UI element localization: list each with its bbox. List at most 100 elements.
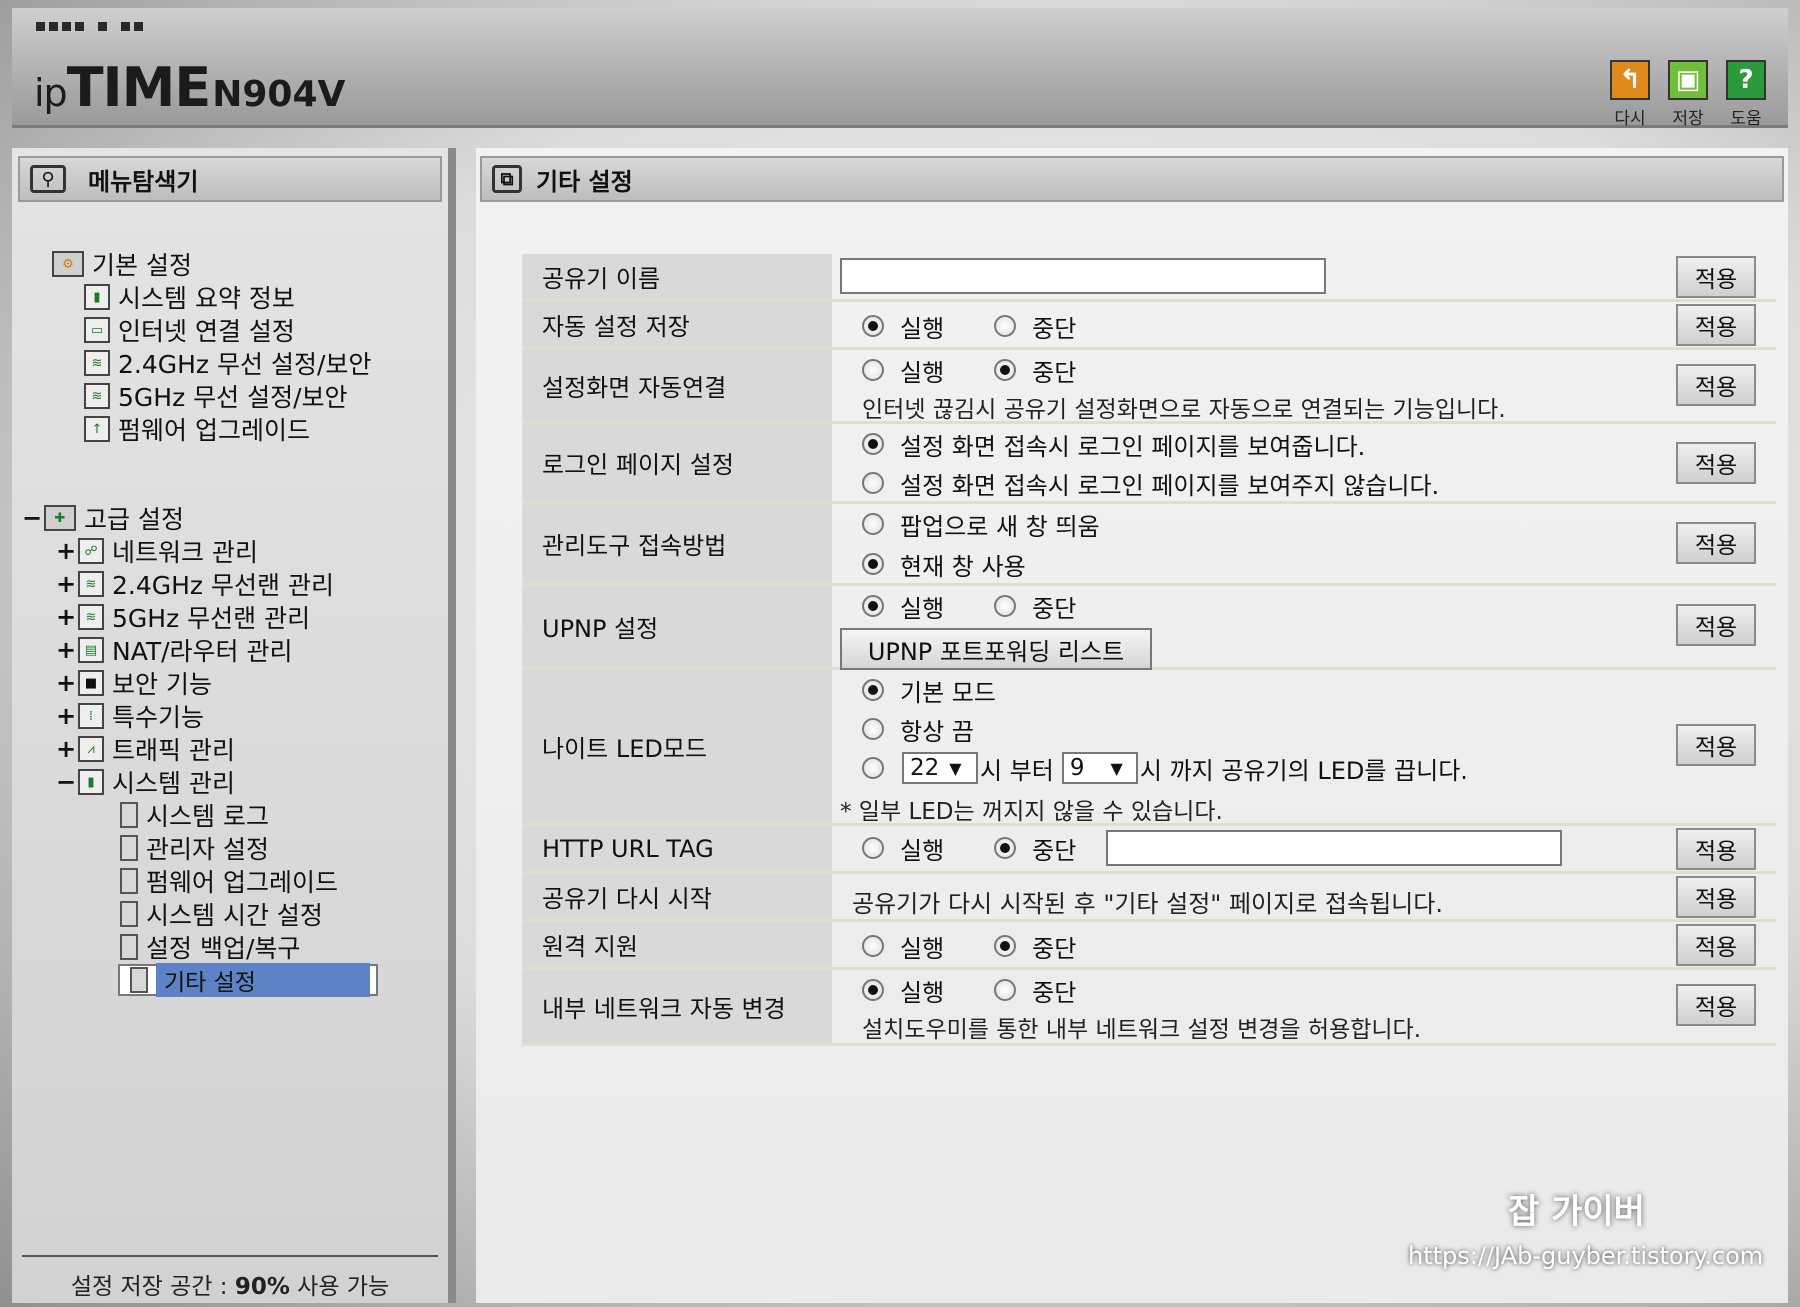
expand-toggle[interactable]: +: [56, 636, 76, 664]
tree-item-label: 5GHz 무선랜 관리: [112, 604, 311, 633]
admin-popup-radio[interactable]: [862, 513, 884, 535]
admin-current-window-radio[interactable]: [862, 553, 884, 575]
expand-toggle[interactable]: +: [56, 603, 76, 631]
tree-item-admin-settings[interactable]: 관리자 설정: [116, 832, 269, 864]
expand-toggle[interactable]: +: [56, 735, 76, 763]
login-page-show-radio[interactable]: [862, 433, 884, 455]
option-label: 중단: [1032, 594, 1077, 623]
tree-item-special[interactable]: + ⁞ 특수기능: [56, 700, 204, 732]
model-name: N904V: [212, 74, 346, 115]
apply-button[interactable]: 적용: [1676, 984, 1756, 1026]
page-icon: [120, 868, 138, 894]
remote-support-stop-radio[interactable]: [994, 935, 1017, 957]
brand-ip: ip: [34, 71, 68, 115]
row-value: 실행 중단: [852, 922, 1656, 967]
row-label: 나이트 LED모드: [522, 670, 832, 823]
option-label: 설정 화면 접속시 로그인 페이지를 보여줍니다.: [900, 432, 1366, 461]
apply-button[interactable]: 적용: [1676, 876, 1756, 918]
apply-button[interactable]: 적용: [1676, 304, 1756, 346]
tree-item-label: 기타 설정: [156, 963, 370, 997]
wifi-icon: ≋: [84, 383, 110, 409]
tree-advanced-settings[interactable]: − ✚ 고급 설정: [22, 502, 184, 534]
router-name-input[interactable]: [840, 258, 1326, 294]
apply-button[interactable]: 적용: [1676, 828, 1756, 870]
auto-save-run-radio[interactable]: [862, 315, 884, 337]
login-page-hide-radio[interactable]: [862, 472, 884, 494]
night-led-note: * 일부 LED는 꺼지지 않을 수 있습니다.: [840, 799, 1223, 825]
night-led-default-radio[interactable]: [862, 679, 884, 701]
option-label: 중단: [1032, 978, 1077, 1007]
watermark-name: 잡 가이버: [1508, 1192, 1645, 1232]
undo-button[interactable]: ↰ 다시: [1608, 60, 1652, 129]
page-icon: [120, 835, 138, 861]
remote-support-run-radio[interactable]: [862, 935, 884, 957]
page-icon: [120, 901, 138, 927]
apply-button[interactable]: 적용: [1676, 604, 1756, 646]
tree-item-traffic[interactable]: + ⩘ 트래픽 관리: [56, 733, 235, 765]
menu-explorer: ⚲ 메뉴탐색기 ⚙ 기본 설정 ▮ 시스템 요약 정보 ▭ 인터넷 연결 설정 …: [12, 148, 456, 1303]
tree-item-wireless-5[interactable]: ≋ 5GHz 무선 설정/보안: [80, 380, 348, 412]
tree-item-firmware-upgrade[interactable]: 펌웨어 업그레이드: [116, 865, 338, 897]
option-label: 실행: [900, 594, 945, 623]
http-url-tag-input[interactable]: [1106, 830, 1562, 866]
led-to-hour-select[interactable]: 9 ▼: [1061, 752, 1138, 784]
auto-connect-description: 인터넷 끊김시 공유기 설정화면으로 자동으로 연결되는 기능입니다.: [862, 397, 1506, 423]
row-label: 내부 네트워크 자동 변경: [522, 970, 832, 1043]
undo-label: 다시: [1614, 109, 1646, 129]
help-button[interactable]: ? 도움: [1724, 60, 1768, 129]
tree-item-system-log[interactable]: 시스템 로그: [116, 799, 269, 831]
tree-item-nat-router[interactable]: + ▤ NAT/라우터 관리: [56, 634, 293, 666]
tree-item-misc-settings[interactable]: 기타 설정: [118, 963, 378, 997]
internal-network-run-radio[interactable]: [862, 979, 884, 1001]
tree-item-system-time[interactable]: 시스템 시간 설정: [116, 898, 323, 930]
tree-item-system-summary[interactable]: ▮ 시스템 요약 정보: [80, 281, 295, 313]
to-text: 시 까지 공유기의 LED를 끕니다.: [1139, 756, 1468, 785]
row-value: 팝업으로 새 창 띄움 현재 창 사용: [852, 504, 1656, 583]
apply-button[interactable]: 적용: [1676, 924, 1756, 966]
expand-toggle[interactable]: +: [56, 570, 76, 598]
row-value: 공유기가 다시 시작된 후 "기타 설정" 페이지로 접속됩니다.: [852, 874, 1656, 919]
http-url-tag-run-radio[interactable]: [862, 837, 884, 859]
row-login-page: 로그인 페이지 설정 설정 화면 접속시 로그인 페이지를 보여줍니다. 설정 …: [522, 424, 1776, 504]
menu-explorer-label: 메뉴탐색기: [88, 167, 199, 196]
row-label: 공유기 이름: [522, 254, 832, 299]
collapse-toggle[interactable]: −: [56, 768, 76, 796]
night-led-always-off-radio[interactable]: [862, 718, 884, 740]
tree-item-wlan-5[interactable]: + ≋ 5GHz 무선랜 관리: [56, 601, 310, 633]
auto-connect-run-radio[interactable]: [862, 359, 884, 381]
tree-item-internet-setup[interactable]: ▭ 인터넷 연결 설정: [80, 314, 295, 346]
night-led-schedule-radio[interactable]: [862, 757, 884, 779]
apply-button[interactable]: 적용: [1676, 256, 1756, 298]
apply-button[interactable]: 적용: [1676, 522, 1756, 564]
apply-button[interactable]: 적용: [1676, 724, 1756, 766]
auto-save-stop-radio[interactable]: [994, 315, 1017, 337]
upnp-stop-radio[interactable]: [994, 595, 1017, 617]
auto-connect-stop-radio[interactable]: [994, 359, 1017, 381]
tree-item-system-management[interactable]: − ▮ 시스템 관리: [56, 766, 235, 798]
expand-toggle[interactable]: +: [56, 702, 76, 730]
http-url-tag-stop-radio[interactable]: [994, 837, 1017, 859]
internal-network-stop-radio[interactable]: [994, 979, 1017, 1001]
apply-button[interactable]: 적용: [1676, 364, 1756, 406]
expand-toggle[interactable]: +: [56, 537, 76, 565]
row-value: 실행 중단 인터넷 끊김시 공유기 설정화면으로 자동으로 연결되는 기능입니다…: [852, 350, 1656, 423]
tree-item-backup-restore[interactable]: 설정 백업/복구: [116, 931, 300, 963]
row-label: 관리도구 접속방법: [522, 504, 832, 583]
storage-status: 설정 저장 공간 : 90% 사용 가능: [22, 1255, 438, 1303]
tree-item-wlan-24[interactable]: + ≋ 2.4GHz 무선랜 관리: [56, 568, 334, 600]
tree-item-label: NAT/라우터 관리: [112, 637, 293, 666]
tree-item-security[interactable]: + ■ 보안 기능: [56, 667, 212, 699]
row-night-led: 나이트 LED모드 기본 모드 항상 끔 22 ▼ 시 부터 9 ▼ 시 까지 공유…: [522, 670, 1776, 826]
expand-toggle[interactable]: +: [56, 669, 76, 697]
led-from-hour-select[interactable]: 22 ▼: [902, 752, 978, 784]
save-button[interactable]: ▣ 저장: [1666, 60, 1710, 129]
dropdown-arrow-icon: ▼: [1110, 758, 1123, 778]
apply-button[interactable]: 적용: [1676, 442, 1756, 484]
collapse-toggle[interactable]: −: [22, 504, 42, 532]
upnp-port-forwarding-list-button[interactable]: UPNP 포트포워딩 리스트: [840, 628, 1152, 670]
tree-item-firmware-basic[interactable]: ↑ 펌웨어 업그레이드: [80, 413, 310, 445]
upnp-run-radio[interactable]: [862, 595, 884, 617]
tree-basic-settings[interactable]: ⚙ 기본 설정: [48, 248, 192, 280]
tree-item-network[interactable]: + ☍ 네트워크 관리: [56, 535, 258, 567]
tree-item-wireless-24[interactable]: ≋ 2.4GHz 무선 설정/보안: [80, 347, 371, 379]
